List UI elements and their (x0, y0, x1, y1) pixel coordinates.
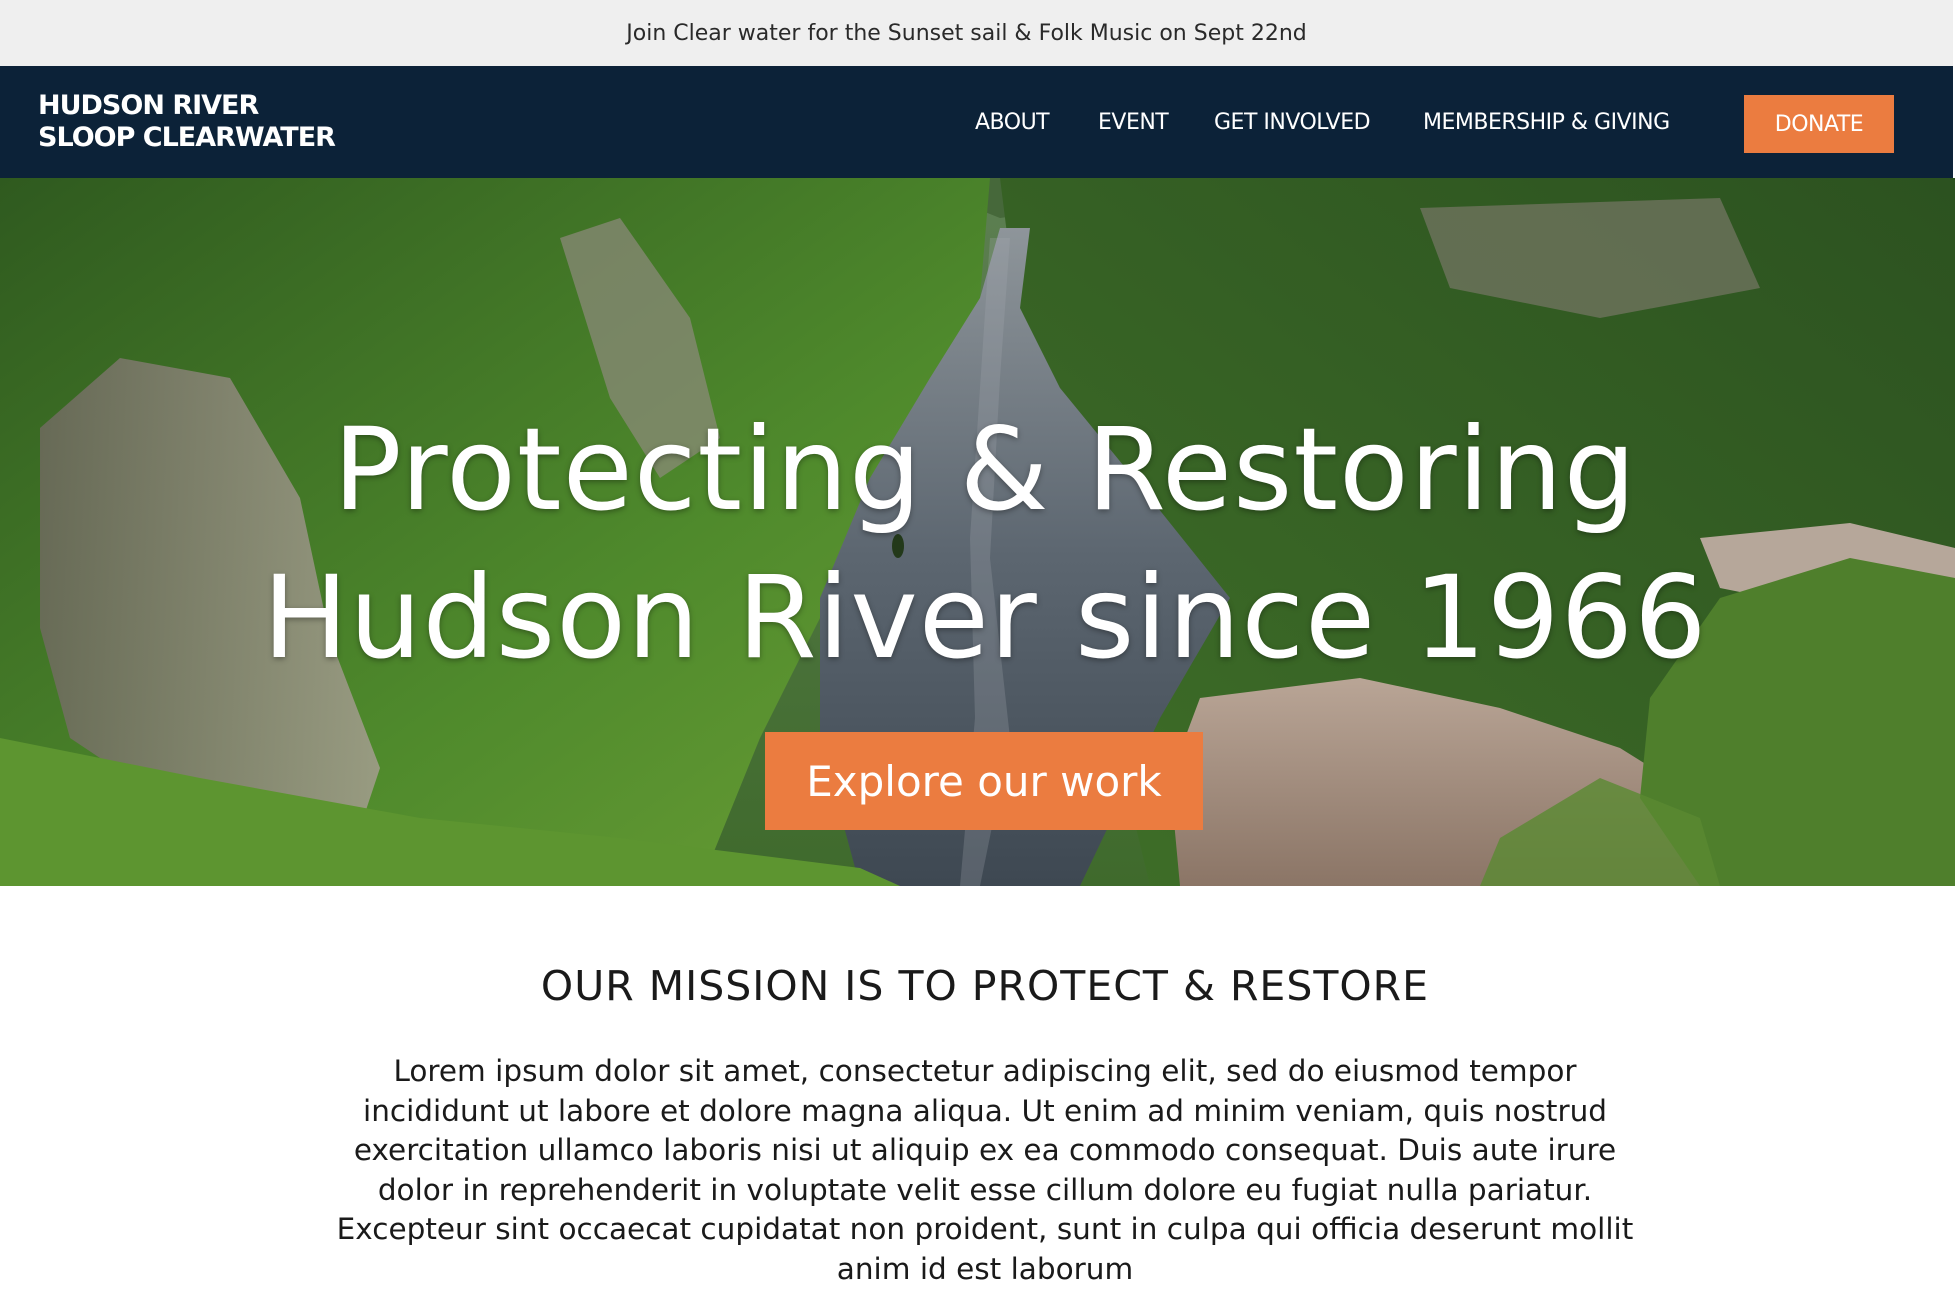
site-header: HUDSON RIVER SLOOP CLEARWATER ABOUT EVEN… (0, 66, 1953, 178)
logo-line-2: SLOOP CLEARWATER (38, 122, 336, 153)
hero-heading-line-1: Protecting & Restoring (333, 403, 1637, 536)
mission-paragraph: Lorem ipsum dolor sit amet, consectetur … (240, 1052, 1730, 1289)
mission-line: Excepteur sint occaecat cupidatat non pr… (336, 1212, 1634, 1246)
nav-membership-giving[interactable]: MEMBERSHIP & GIVING (1423, 110, 1670, 135)
hero-heading-line-2: Hudson River since 1966 (262, 551, 1708, 684)
donate-button[interactable]: DONATE (1744, 95, 1894, 153)
page: Join Clear water for the Sunset sail & F… (0, 0, 1955, 1303)
mission-line: anim id est laborum (836, 1251, 1134, 1286)
logo-line-1: HUDSON RIVER (38, 90, 259, 121)
mission-line: incididunt ut labore et dolore magna ali… (363, 1093, 1607, 1128)
explore-work-button[interactable]: Explore our work (765, 732, 1203, 830)
mission-line: dolor in reprehenderit in voluptate veli… (377, 1172, 1593, 1207)
nav-get-involved[interactable]: GET INVOLVED (1214, 110, 1371, 135)
hero-section: Protecting & Restoring Hudson River sinc… (0, 178, 1955, 886)
mission-heading: OUR MISSION IS TO PROTECT & RESTORE (540, 962, 1430, 1010)
nav-event[interactable]: EVENT (1098, 110, 1169, 135)
site-logo[interactable]: HUDSON RIVER SLOOP CLEARWATER (38, 90, 336, 154)
nav-about[interactable]: ABOUT (975, 110, 1050, 135)
announcement-bar: Join Clear water for the Sunset sail & F… (0, 0, 1953, 66)
mission-line: exercitation ullamco laboris nisi ut ali… (353, 1133, 1617, 1167)
hero-heading: Protecting & Restoring Hudson River sinc… (0, 396, 1955, 692)
mission-line: Lorem ipsum dolor sit amet, consectetur … (393, 1054, 1577, 1088)
announcement-text[interactable]: Join Clear water for the Sunset sail & F… (626, 21, 1306, 46)
